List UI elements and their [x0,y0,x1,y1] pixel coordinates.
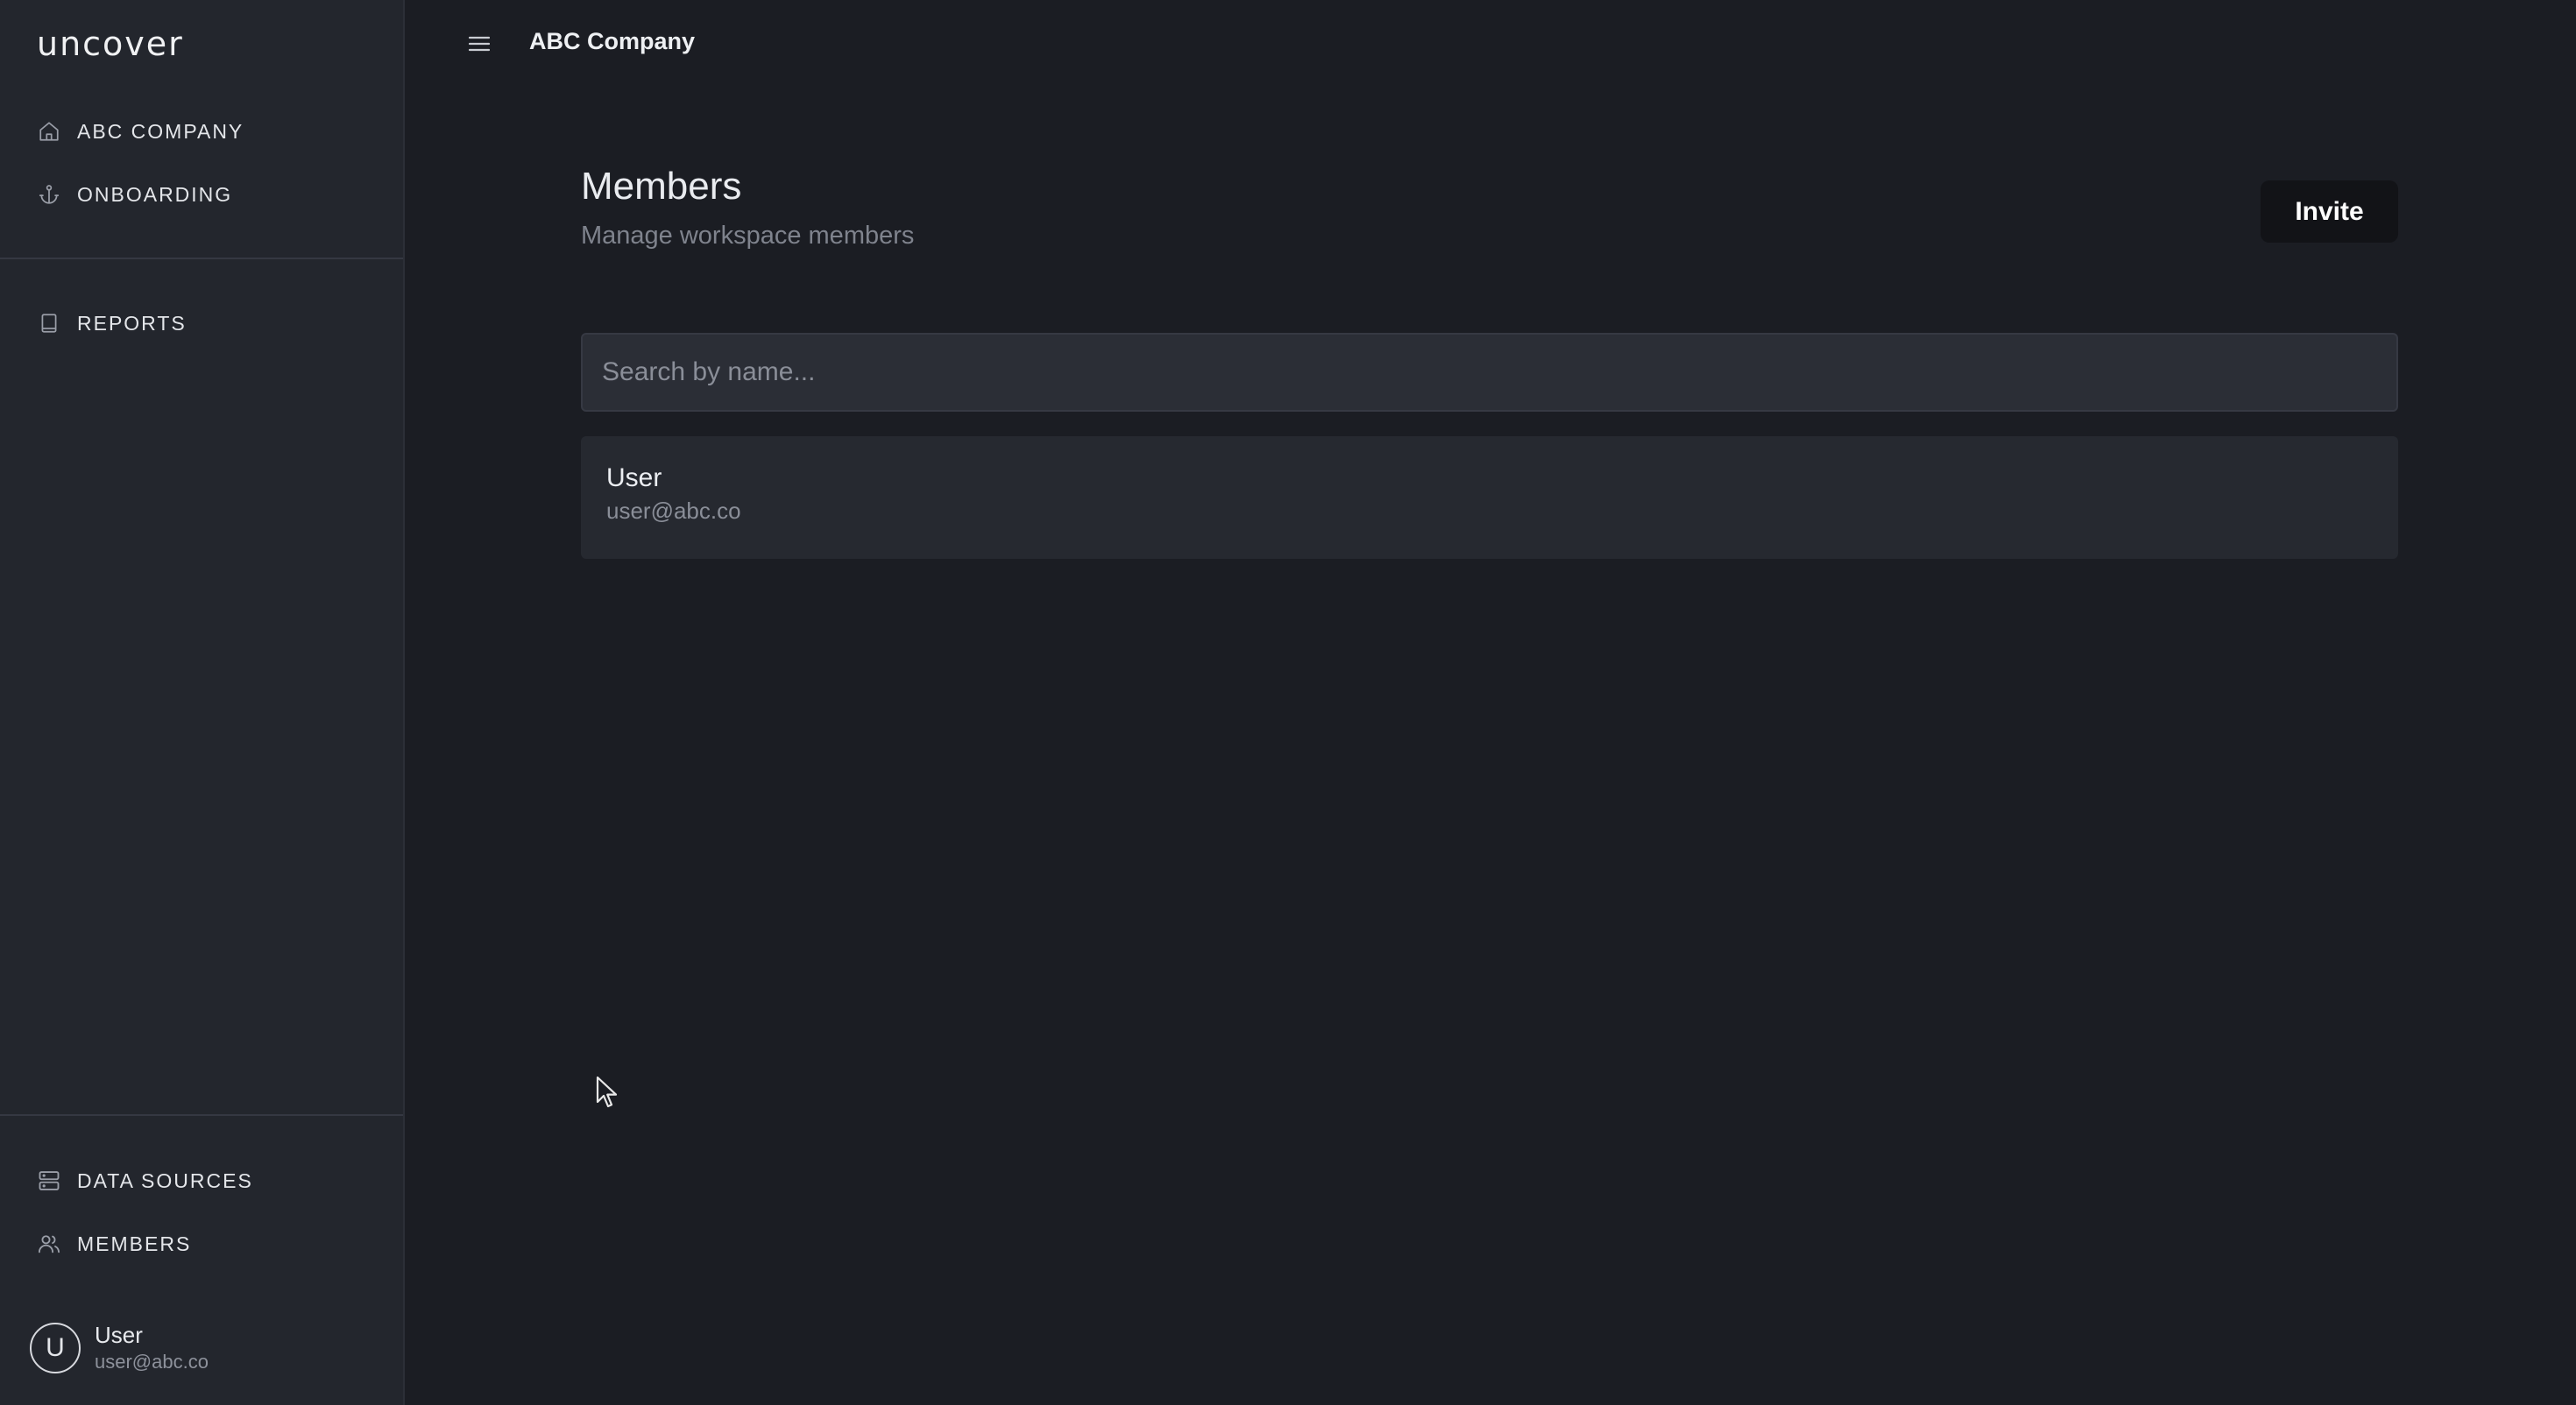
table-row[interactable]: User user@abc.co [581,436,2398,559]
sidebar-item-label: MEMBERS [77,1232,192,1255]
member-name: User [606,463,662,492]
home-icon [35,117,63,145]
anchor-icon [35,180,63,208]
sidebar-item-label: REPORTS [77,311,187,335]
sidebar-item-data-sources[interactable]: DATA SOURCES [35,1163,253,1198]
profile-email: user@abc.co [95,1351,209,1373]
search-input[interactable] [581,333,2398,412]
profile-name: User [95,1322,143,1348]
sidebar-divider [0,258,403,259]
sidebar-item-reports[interactable]: REPORTS [35,306,187,341]
sidebar-item-label: ABC COMPANY [77,119,244,143]
sidebar: uncover ABC COMPANY ONBOARDING REPORTS D… [0,0,405,1405]
sidebar-item-label: ONBOARDING [77,182,233,206]
app-window: uncover ABC COMPANY ONBOARDING REPORTS D… [0,0,2576,1405]
user-profile[interactable]: U User user@abc.co [30,1321,209,1375]
hamburger-icon[interactable] [466,32,492,56]
profile-text: User user@abc.co [95,1321,209,1375]
workspace-title: ABC Company [529,28,696,54]
users-icon [35,1230,63,1258]
sidebar-item-members[interactable]: MEMBERS [35,1226,191,1261]
page-title: Members [581,165,742,208]
page-subtitle: Manage workspace members [581,222,915,250]
sidebar-item-abc-company[interactable]: ABC COMPANY [35,114,244,149]
book-icon [35,309,63,337]
app-logo[interactable]: uncover [37,25,184,63]
server-icon [35,1167,63,1195]
mouse-cursor-icon [596,1076,618,1108]
member-email: user@abc.co [606,498,741,524]
sidebar-item-label: DATA SOURCES [77,1168,253,1192]
invite-button[interactable]: Invite [2261,180,2398,243]
sidebar-item-onboarding[interactable]: ONBOARDING [35,177,232,212]
avatar[interactable]: U [30,1323,81,1373]
sidebar-divider [0,1114,403,1116]
